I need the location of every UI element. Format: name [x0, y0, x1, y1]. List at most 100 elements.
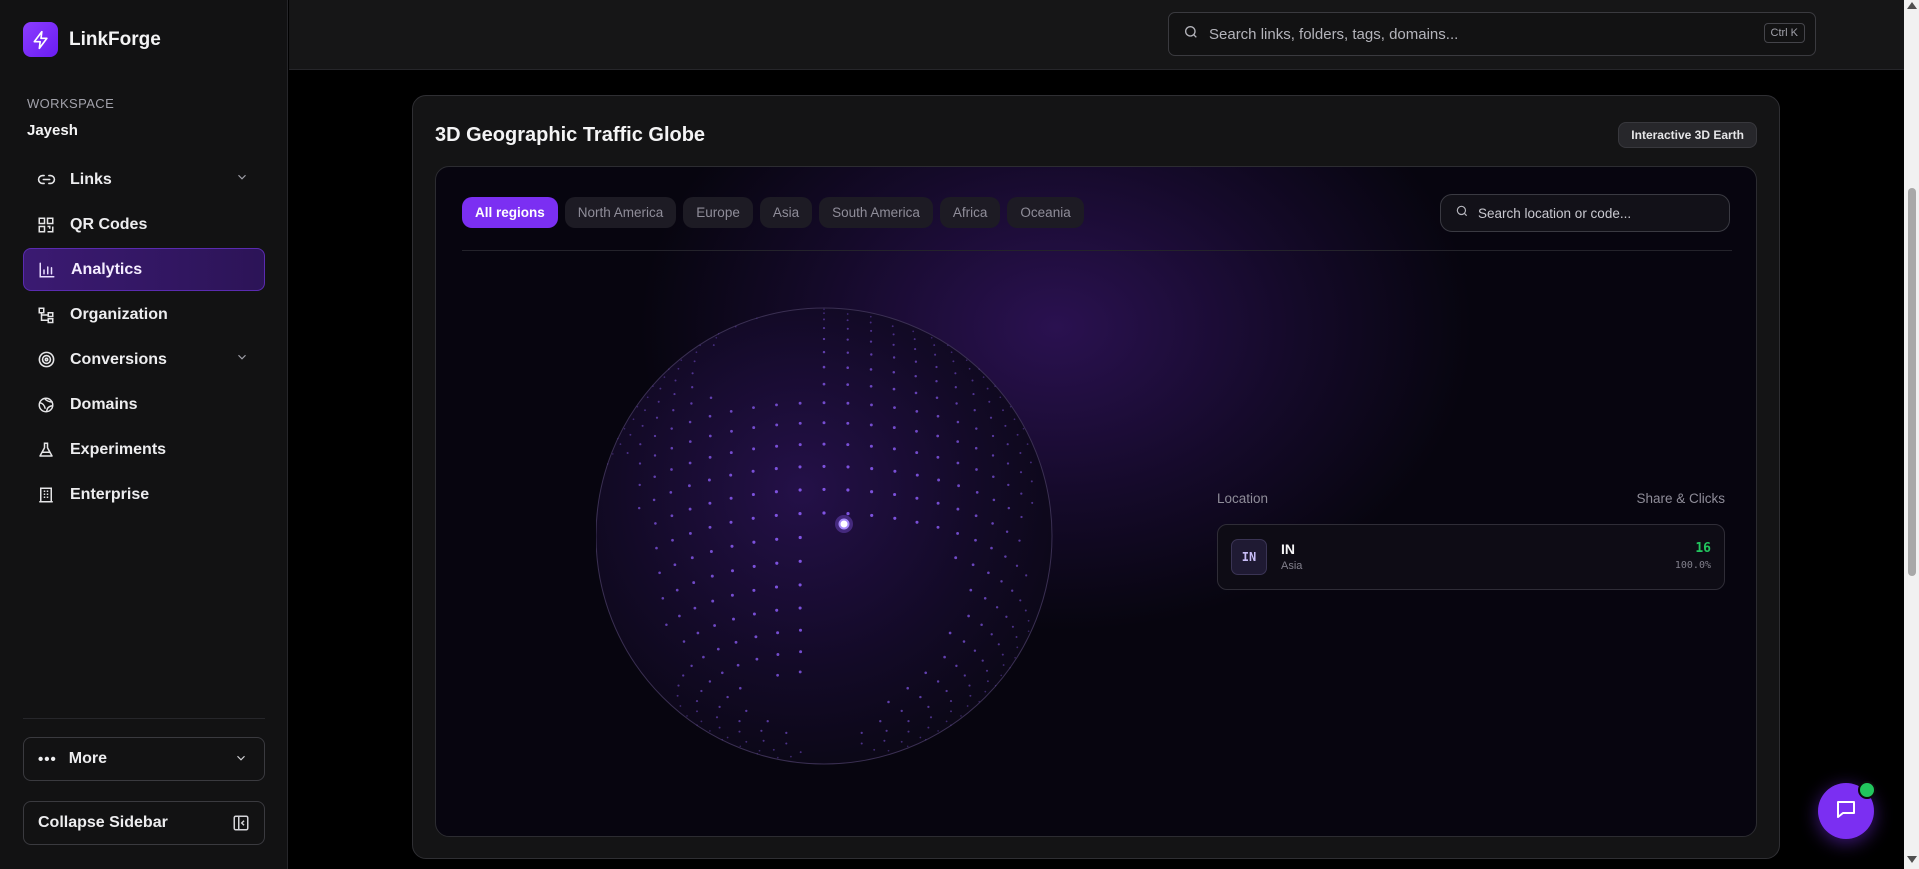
globe-dot	[969, 588, 973, 592]
chevron-down-icon[interactable]	[235, 350, 249, 369]
building-icon	[36, 485, 56, 505]
globe-dot	[774, 513, 778, 517]
sidebar-item-analytics[interactable]: Analytics	[23, 248, 265, 291]
globe-dot	[1002, 664, 1005, 666]
globe-dot	[671, 538, 674, 542]
globe-dot	[869, 384, 873, 388]
globe-dot	[985, 669, 989, 672]
globe-dot	[870, 513, 874, 517]
location-search-input[interactable]	[1478, 205, 1708, 221]
filter-all-regions[interactable]: All regions	[462, 197, 558, 228]
sidebar-item-label: Conversions	[70, 350, 167, 368]
location-search[interactable]	[1440, 194, 1730, 232]
sidebar-item-domains[interactable]: Domains	[23, 383, 265, 426]
globe-dot	[982, 376, 985, 378]
sidebar-item-qr-codes[interactable]: QR Codes	[23, 203, 265, 246]
filter-south-america[interactable]: South America	[819, 197, 933, 228]
collapse-sidebar-button[interactable]: Collapse Sidebar	[23, 801, 265, 845]
brand[interactable]: LinkForge	[23, 22, 161, 57]
scroll-thumb[interactable]	[1908, 188, 1916, 576]
filter-north-america[interactable]: North America	[564, 197, 677, 228]
filter-europe[interactable]: Europe	[683, 197, 753, 228]
globe-dot	[738, 730, 741, 733]
globe-dot	[708, 680, 712, 683]
globe-dot	[1016, 646, 1019, 649]
traffic-globe[interactable]	[596, 300, 1056, 780]
globe-dot	[956, 440, 960, 443]
globe-dot	[999, 396, 1002, 399]
globe-dot	[752, 540, 756, 544]
traffic-marker-in[interactable]	[838, 518, 850, 530]
sidebar-item-enterprise[interactable]: Enterprise	[23, 473, 265, 516]
globe-dot	[752, 612, 756, 616]
globe-dot	[860, 731, 863, 735]
search-input[interactable]	[1209, 25, 1729, 43]
globe-dot	[892, 343, 895, 346]
globe-dot	[696, 631, 700, 635]
globe-dot	[1006, 443, 1009, 446]
page-scrollbar[interactable]	[1904, 0, 1919, 869]
globe-dot	[991, 434, 995, 438]
global-search[interactable]: Ctrl K	[1168, 12, 1816, 56]
sidebar-item-experiments[interactable]: Experiments	[23, 428, 265, 471]
globe-dot	[676, 694, 679, 697]
more-button[interactable]: ••• More	[23, 737, 265, 781]
globe-dot	[756, 317, 758, 319]
globe-dot	[688, 420, 692, 424]
globe-dot	[798, 443, 802, 447]
globe-dot	[665, 623, 668, 627]
globe-stage: All regions North America Europe Asia So…	[435, 166, 1757, 837]
card-title: 3D Geographic Traffic Globe	[435, 124, 706, 146]
globe-dot	[823, 312, 825, 315]
globe-dot	[677, 367, 680, 370]
globe-dot	[846, 443, 850, 447]
sidebar-item-links[interactable]: Links	[23, 158, 265, 201]
filter-asia[interactable]: Asia	[759, 197, 813, 228]
sidebar-item-label: Links	[70, 170, 112, 188]
filter-oceania[interactable]: Oceania	[1007, 197, 1084, 228]
globe-dot	[675, 588, 679, 592]
globe-dot	[974, 446, 978, 450]
globe-dot	[870, 490, 874, 494]
globe-dot	[994, 684, 997, 687]
globe-dot	[990, 633, 993, 636]
location-row[interactable]: IN IN Asia 16 100.0%	[1217, 524, 1725, 590]
globe-dot	[907, 730, 910, 733]
globe-dot	[1027, 619, 1030, 622]
globe-dot	[949, 700, 953, 703]
globe-dot	[729, 520, 733, 524]
globe-dot	[997, 643, 1000, 646]
globe-dot	[1025, 574, 1028, 577]
shortcut-hint: Ctrl K	[1763, 23, 1805, 43]
sidebar-item-conversions[interactable]: Conversions	[23, 338, 265, 381]
globe-dot	[709, 396, 713, 399]
globe-dot	[1007, 506, 1011, 510]
globe-dot	[751, 469, 755, 473]
globe-dot	[891, 325, 894, 328]
globe-dot	[654, 522, 657, 525]
workspace-name[interactable]: Jayesh	[27, 122, 78, 139]
globe-dot	[988, 400, 991, 403]
globe-dot	[730, 569, 735, 573]
globe-dot	[956, 507, 960, 511]
globe-dot	[751, 492, 755, 497]
globe-dot	[710, 574, 714, 578]
globe-dot	[822, 442, 826, 446]
globe-dot	[721, 738, 724, 741]
globe-dot	[846, 512, 850, 516]
scroll-down-arrow-icon[interactable]	[1907, 856, 1917, 863]
globe-dot	[730, 593, 734, 597]
panel-collapse-icon	[232, 814, 250, 837]
globe-dot	[981, 659, 984, 662]
globe-dot	[846, 488, 850, 492]
globe-dot	[775, 608, 779, 612]
chevron-down-icon[interactable]	[235, 170, 249, 189]
globe-dot	[798, 583, 802, 587]
globe-dot	[785, 731, 788, 735]
globe-dot	[790, 755, 792, 758]
globe-dot	[690, 556, 694, 560]
filter-africa[interactable]: Africa	[939, 197, 1001, 228]
sidebar-item-organization[interactable]: Organization	[23, 293, 265, 336]
scroll-up-arrow-icon[interactable]	[1907, 2, 1917, 9]
globe-dot	[670, 446, 674, 450]
